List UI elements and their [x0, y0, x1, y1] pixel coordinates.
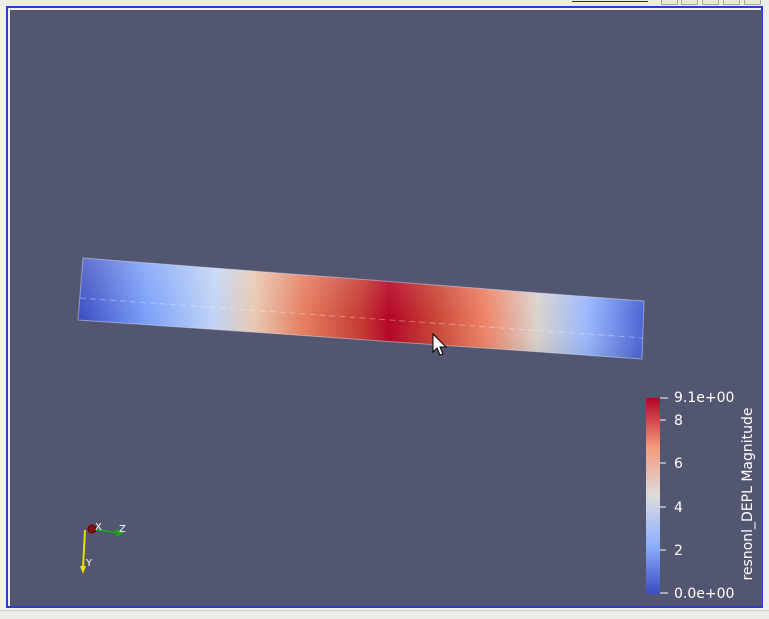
beam-mesh[interactable]: [77, 257, 645, 360]
scalar-bar-tick-label: 2: [674, 543, 683, 559]
scalar-bar-max-label: 9.1e+00: [674, 390, 734, 406]
scalar-bar[interactable]: 9.1e+00 8 6 4 2 0.0e+00 resnonl_DEPL Mag…: [646, 390, 756, 602]
z-axis-label: Z: [119, 524, 126, 535]
scalar-bar-min-label: 0.0e+00: [674, 586, 734, 602]
scalar-bar-gradient: [646, 398, 660, 594]
scalar-bar-title: resnonl_DEPL Magnitude: [740, 407, 756, 580]
x-axis-label: X: [95, 522, 102, 533]
y-axis-line: [82, 529, 86, 569]
orientation-axes[interactable]: X Z Y: [80, 522, 126, 574]
scalar-bar-tick-label: 6: [674, 456, 683, 472]
scene-overlay: 9.1e+00 8 6 4 2 0.0e+00 resnonl_DEPL Mag…: [77, 257, 756, 602]
y-axis-label: Y: [85, 558, 93, 569]
scalar-bar-tick-label: 4: [674, 500, 683, 516]
scalar-bar-tick-label: 8: [674, 413, 683, 429]
